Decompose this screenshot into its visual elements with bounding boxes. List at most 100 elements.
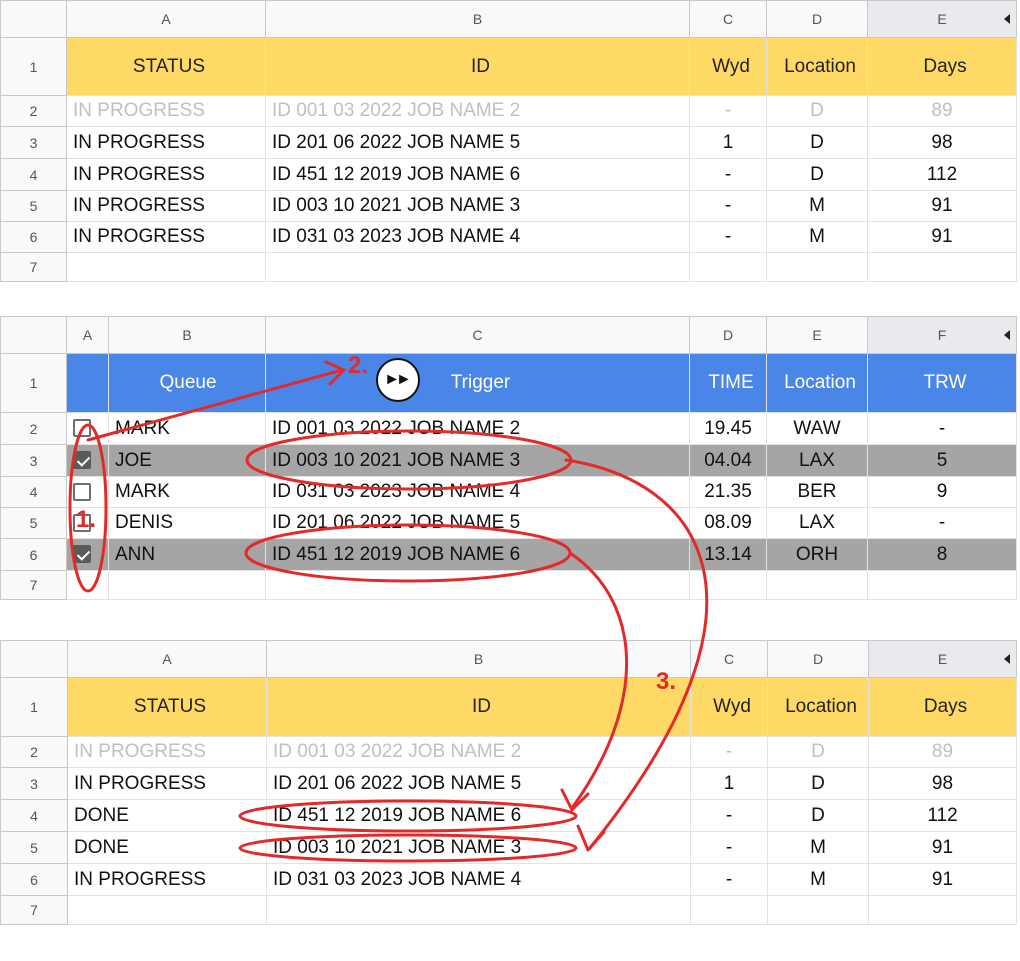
column-header-c[interactable]: C — [265, 316, 690, 354]
cell-time[interactable]: 13.14 — [689, 538, 767, 571]
header-queue[interactable]: Queue — [108, 353, 266, 413]
row-number[interactable]: 2 — [0, 736, 68, 768]
cell-location[interactable]: D — [767, 799, 869, 832]
cell-status[interactable]: DONE — [67, 799, 267, 832]
empty-cell[interactable] — [868, 895, 1017, 925]
cell-location[interactable]: LAX — [766, 444, 868, 477]
column-header-a[interactable]: A — [67, 640, 267, 678]
header-location[interactable]: Location — [766, 353, 868, 413]
column-header-d[interactable]: D — [766, 0, 868, 38]
cell-time[interactable]: 04.04 — [689, 444, 767, 477]
triangle-left-icon[interactable] — [1004, 654, 1010, 664]
empty-cell[interactable] — [867, 252, 1017, 282]
column-header-c[interactable]: C — [689, 0, 767, 38]
cell-trw[interactable]: - — [867, 412, 1017, 445]
cell-time[interactable]: 21.35 — [689, 476, 767, 508]
header-id[interactable]: ID — [266, 677, 691, 737]
column-header-a[interactable]: A — [66, 0, 266, 38]
cell-days[interactable]: 91 — [867, 221, 1017, 253]
row-number[interactable]: 7 — [0, 252, 67, 282]
cell-location[interactable]: D — [767, 736, 869, 768]
row-number[interactable]: 6 — [0, 221, 67, 253]
empty-cell[interactable] — [266, 895, 691, 925]
cell-days[interactable]: 89 — [867, 95, 1017, 127]
cell-id[interactable]: ID 031 03 2023 JOB NAME 4 — [265, 221, 690, 253]
checkbox-checked-icon[interactable] — [73, 451, 91, 470]
cell-id[interactable]: ID 451 12 2019 JOB NAME 6 — [266, 799, 691, 832]
empty-cell[interactable] — [66, 252, 266, 282]
cell-wyd[interactable]: - — [690, 736, 768, 768]
cell-status[interactable]: DONE — [67, 831, 267, 864]
cell-status[interactable]: IN PROGRESS — [67, 863, 267, 896]
cell-status[interactable]: IN PROGRESS — [67, 767, 267, 800]
cell-location[interactable]: WAW — [766, 412, 868, 445]
header-checkbox-col[interactable] — [66, 353, 109, 413]
checkbox-icon[interactable] — [73, 419, 91, 438]
empty-cell[interactable] — [66, 570, 109, 600]
cell-id[interactable]: ID 451 12 2019 JOB NAME 6 — [265, 538, 690, 571]
row-number[interactable]: 4 — [0, 158, 67, 191]
row-number[interactable]: 1 — [0, 677, 68, 737]
cell-id[interactable]: ID 001 03 2022 JOB NAME 2 — [266, 736, 691, 768]
row-number[interactable]: 1 — [0, 353, 67, 413]
column-header-d[interactable]: D — [767, 640, 869, 678]
row-number[interactable]: 3 — [0, 444, 67, 477]
cell-days[interactable]: 98 — [867, 126, 1017, 159]
row-number[interactable]: 6 — [0, 538, 67, 571]
row-number[interactable]: 5 — [0, 507, 67, 539]
cell-queue[interactable]: ANN — [108, 538, 266, 571]
cell-status[interactable]: IN PROGRESS — [66, 95, 266, 127]
row-number[interactable]: 3 — [0, 767, 68, 800]
header-location[interactable]: Location — [766, 37, 868, 96]
cell-location[interactable]: LAX — [766, 507, 868, 539]
triangle-left-icon[interactable] — [1004, 330, 1010, 340]
row-number[interactable]: 4 — [0, 476, 67, 508]
empty-cell[interactable] — [689, 252, 767, 282]
cell-trw[interactable]: 8 — [867, 538, 1017, 571]
cell-id[interactable]: ID 001 03 2022 JOB NAME 2 — [265, 412, 690, 445]
header-status[interactable]: STATUS — [66, 37, 266, 96]
cell-id[interactable]: ID 031 03 2023 JOB NAME 4 — [265, 476, 690, 508]
column-header-e[interactable]: E — [867, 0, 1017, 38]
column-header-c[interactable]: C — [690, 640, 768, 678]
checkbox-icon[interactable] — [73, 482, 91, 501]
column-header-b[interactable]: B — [266, 640, 691, 678]
cell-days[interactable]: 112 — [867, 158, 1017, 191]
cell-days[interactable]: 112 — [868, 799, 1017, 832]
column-header-f[interactable]: F — [867, 316, 1017, 354]
header-trigger[interactable]: Trigger — [265, 353, 690, 413]
empty-cell[interactable] — [689, 570, 767, 600]
empty-cell[interactable] — [766, 570, 868, 600]
cell-queue[interactable]: JOE — [108, 444, 266, 477]
empty-cell[interactable] — [767, 895, 869, 925]
cell-id[interactable]: ID 201 06 2022 JOB NAME 5 — [265, 507, 690, 539]
empty-cell[interactable] — [108, 570, 266, 600]
empty-cell[interactable] — [766, 252, 868, 282]
row-number[interactable]: 6 — [0, 863, 68, 896]
cell-id[interactable]: ID 201 06 2022 JOB NAME 5 — [265, 126, 690, 159]
cell-location[interactable]: D — [766, 158, 868, 191]
cell-id[interactable]: ID 031 03 2023 JOB NAME 4 — [266, 863, 691, 896]
header-location[interactable]: Location — [767, 677, 869, 737]
trigger-button[interactable]: ►► — [376, 358, 420, 402]
cell-id[interactable]: ID 003 10 2021 JOB NAME 3 — [265, 190, 690, 222]
cell-location[interactable]: M — [767, 863, 869, 896]
row-number[interactable]: 5 — [0, 831, 68, 864]
cell-time[interactable]: 19.45 — [689, 412, 767, 445]
header-days[interactable]: Days — [867, 37, 1017, 96]
row-number[interactable]: 3 — [0, 126, 67, 159]
cell-time[interactable]: 08.09 — [689, 507, 767, 539]
cell-days[interactable]: 91 — [868, 863, 1017, 896]
cell-wyd[interactable]: - — [689, 95, 767, 127]
column-header-b[interactable]: B — [265, 0, 690, 38]
cell-status[interactable]: IN PROGRESS — [67, 736, 267, 768]
select-all-corner[interactable] — [0, 640, 68, 678]
cell-location[interactable]: D — [766, 95, 868, 127]
header-trw[interactable]: TRW — [867, 353, 1017, 413]
cell-location[interactable]: D — [766, 126, 868, 159]
cell-wyd[interactable]: - — [689, 221, 767, 253]
cell-queue[interactable]: MARK — [108, 412, 266, 445]
cell-wyd[interactable]: - — [689, 190, 767, 222]
cell-id[interactable]: ID 451 12 2019 JOB NAME 6 — [265, 158, 690, 191]
cell-days[interactable]: 89 — [868, 736, 1017, 768]
